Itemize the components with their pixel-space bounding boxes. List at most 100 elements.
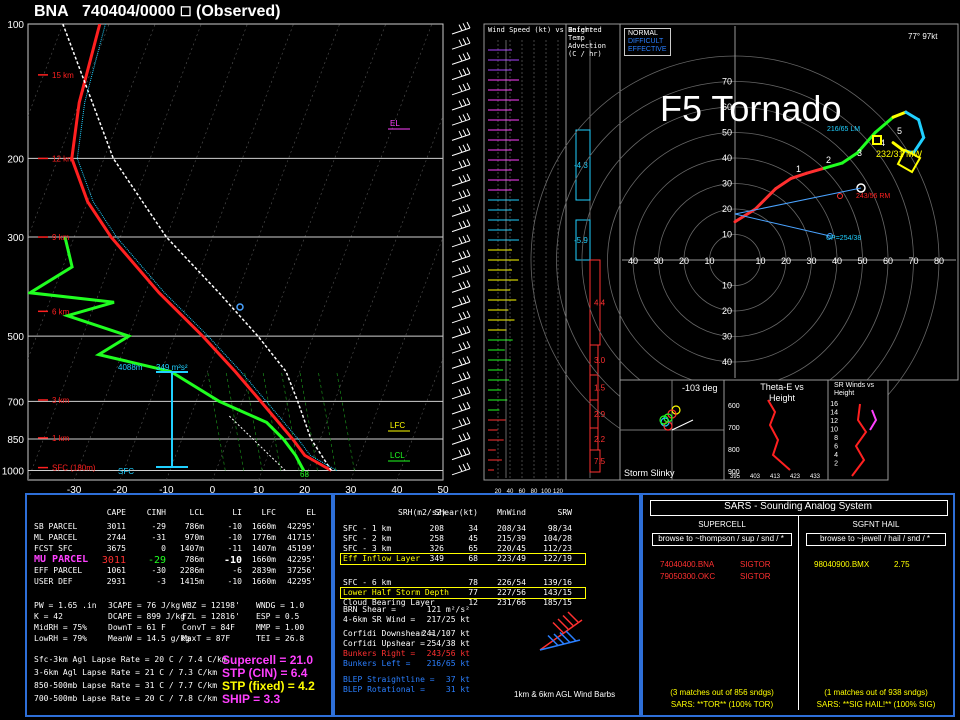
parcel-value: 970m — [184, 533, 204, 542]
legend-effective[interactable]: EFFECTIVE — [628, 46, 667, 54]
wind-barb — [451, 52, 471, 65]
observed-label: (Observed) — [196, 3, 281, 20]
srw-y-tick: 8 — [834, 435, 838, 442]
barb-flag — [466, 356, 471, 363]
barb-flag — [462, 220, 467, 228]
barb-flag — [458, 115, 463, 123]
kinematic-layer[interactable]: SFC - 2 km — [343, 534, 391, 543]
parcel-header: LCL — [189, 508, 204, 517]
kinematic-layer[interactable]: SFC - 3 km — [343, 544, 391, 553]
sars-supercell-match[interactable]: 79050300.OKC — [660, 572, 715, 581]
advection-label: 3.0 — [594, 356, 606, 365]
wind-barb — [451, 356, 471, 369]
hodo-y-tick: 10 — [722, 281, 732, 291]
parcel-name[interactable]: EFF PARCEL — [34, 566, 82, 575]
wind-barb — [451, 143, 471, 157]
sars-supercell-browse[interactable]: browse to ~thompson / sup / snd / * — [652, 534, 790, 543]
parcel-name[interactable]: USER DEF — [34, 577, 73, 586]
isotherm — [0, 24, 17, 480]
sars-supercell-header: SUPERCELL — [698, 520, 746, 529]
parcel-name[interactable]: FCST SFC — [34, 544, 73, 553]
barb-flag — [462, 357, 467, 364]
barb-flag — [462, 144, 467, 152]
barb-flag — [462, 23, 467, 30]
hodo-x-tick: 10 — [755, 256, 765, 266]
height-label: 1 km — [52, 434, 70, 443]
hodo-y-tick: 70 — [722, 77, 732, 87]
parcel-value: 45199' — [287, 544, 316, 553]
parcel-name[interactable]: MU PARCEL — [34, 554, 88, 565]
wind-barb — [451, 325, 471, 339]
parcel-header: LI — [232, 508, 242, 517]
sars-supercell-match[interactable]: 74040400.BNA — [660, 560, 714, 569]
wind-barb — [451, 264, 471, 278]
agl-barb-flag — [552, 621, 564, 634]
kinematic-misc-label: BLEP Rotational = — [343, 685, 425, 694]
srw-y-tick: 14 — [830, 410, 838, 417]
barb-flag — [466, 21, 471, 29]
thermo-index: ESP = 0.5 — [256, 612, 300, 621]
wind-speed-frame — [483, 23, 567, 481]
parcel-value: 1415m — [179, 577, 204, 586]
kinematic-header: SRW — [557, 508, 572, 517]
lapse-rate: 850-500mb Lapse Rate = 31 C / 7.7 C/km — [34, 681, 218, 690]
hodo-x-tick: 30 — [653, 256, 663, 266]
barb-flag — [458, 252, 463, 259]
kinematic-value: 104/28 — [543, 534, 572, 543]
sars-divider — [798, 515, 799, 710]
wind-barb — [451, 371, 471, 385]
kinematic-layer[interactable]: SFC - 6 km — [343, 578, 391, 587]
barb-flag — [466, 188, 471, 196]
thermo-index: MMP = 1.00 — [256, 623, 305, 632]
kinematic-value: 231/66 — [497, 598, 526, 607]
sars-hail-match[interactable]: 98040900.BMX — [814, 560, 869, 569]
barb-flag — [458, 39, 463, 47]
kinematic-layer[interactable]: SFC - 1 km — [343, 524, 391, 533]
barb-flag — [462, 448, 467, 456]
thermo-index: TEI = 26.8 — [256, 634, 305, 643]
sars-hail-footer: (1 matches out of 938 sndgs) — [824, 688, 928, 697]
kinematic-value: 139/16 — [543, 578, 572, 587]
wind-barb-column — [451, 21, 471, 476]
legend-difficult[interactable]: DIFFICULT — [628, 38, 667, 46]
barb-flag — [462, 114, 467, 121]
kinematic-value: 223/49 — [497, 554, 526, 563]
barb-flag — [466, 204, 471, 211]
lapse-rate: 700-500mb Lapse Rate = 20 C / 7.8 C/km — [34, 694, 218, 703]
kinematic-value: 65 — [468, 544, 478, 553]
wind-barb — [451, 158, 471, 172]
kinematic-value: 143/15 — [543, 588, 572, 597]
sars-hail-browse[interactable]: browse to ~jewell / hail / snd / * — [806, 534, 944, 543]
hodo-x-tick: 30 — [806, 256, 816, 266]
barb-flag — [466, 462, 471, 470]
kinematic-misc-value: 121 m²/s² — [426, 605, 470, 614]
sars-supercell-match-class: SIGTOR — [740, 572, 771, 581]
barb-flag — [466, 67, 471, 74]
checkbox-icon[interactable]: ☐ — [180, 4, 192, 19]
parcel-name[interactable]: SB PARCEL — [34, 522, 77, 531]
thermo-index: FZL = 12816' — [182, 612, 240, 621]
parcel-value: 3011 — [101, 555, 126, 566]
wind-barb — [451, 295, 471, 309]
parcel-name[interactable]: ML PARCEL — [34, 533, 77, 542]
hodo-y-tick: 20 — [722, 306, 732, 316]
kinematic-value: 227/56 — [497, 588, 526, 597]
barb-flag — [466, 264, 471, 272]
agl-barb-flag — [562, 614, 574, 627]
parcel-value: 1776m — [251, 533, 276, 542]
kinematic-value: 34 — [468, 524, 478, 533]
theta-e-y-tick: 700 — [728, 425, 740, 432]
legend-normal[interactable]: NORMAL — [628, 30, 667, 38]
barb-flag — [462, 99, 467, 106]
wind-speed-panel: 20 40 60 80 100 120 — [488, 40, 564, 495]
kinematic-value: 78 — [468, 578, 478, 587]
sfc-dewpoint-value: 68 — [300, 470, 309, 479]
parcel-value: 42295' — [287, 522, 316, 531]
agl-barb-flag — [557, 618, 569, 630]
thermo-index: ConvT = 84F — [182, 623, 235, 632]
barb-flag — [458, 419, 463, 427]
parcel-value: 3675 — [106, 544, 126, 553]
barbs-caption: 1km & 6km AGL Wind Barbs — [514, 690, 616, 699]
composite-index: SHIP = 3.3 — [222, 692, 281, 706]
parcel-value: -10 — [227, 522, 242, 531]
